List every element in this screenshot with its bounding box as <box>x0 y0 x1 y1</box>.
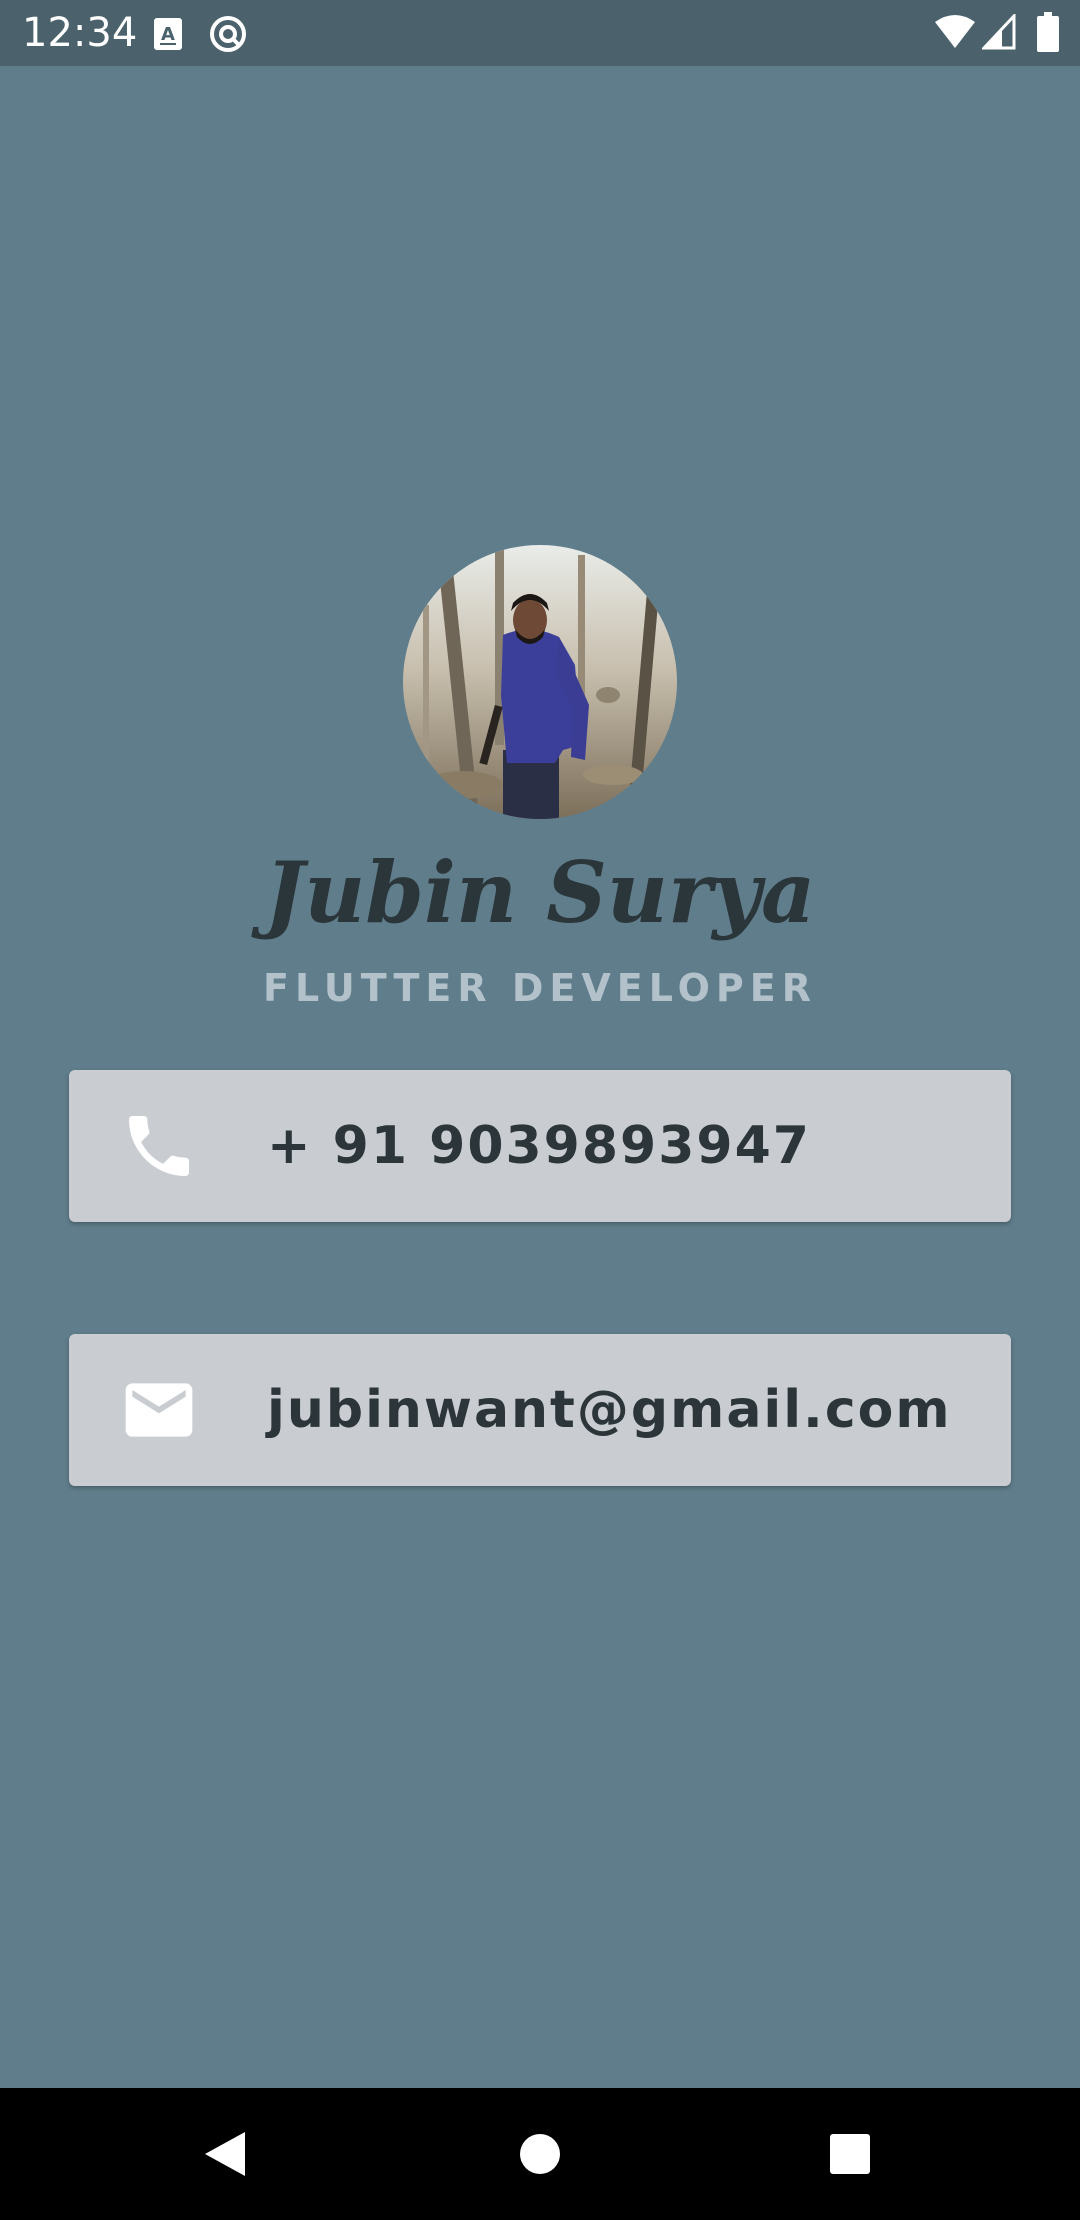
phone-number: + 91 9039893947 <box>267 1116 811 1176</box>
email-card[interactable]: jubinwant@gmail.com <box>69 1334 1011 1486</box>
status-time: 12:34 <box>22 10 138 56</box>
back-icon[interactable] <box>181 2110 269 2198</box>
profile-avatar <box>403 545 677 819</box>
home-icon[interactable] <box>496 2110 584 2198</box>
email-address: jubinwant@gmail.com <box>267 1380 952 1440</box>
profile-title: FLUTTER DEVELOPER <box>263 966 817 1010</box>
font-download-icon: A <box>154 18 182 55</box>
sync-circle-icon <box>208 14 248 59</box>
phone-icon <box>119 1106 199 1186</box>
cell-signal-icon <box>980 12 1016 55</box>
profile-photo <box>403 545 677 819</box>
phone-card[interactable]: + 91 9039893947 <box>69 1070 1011 1222</box>
mail-icon <box>119 1370 199 1450</box>
svg-text:A: A <box>161 24 175 45</box>
navigation-bar <box>0 2088 1080 2220</box>
battery-icon <box>1037 12 1059 57</box>
profile-name: Jubin Surya <box>264 843 816 942</box>
recents-icon[interactable] <box>806 2110 894 2198</box>
status-bar: 12:34 A <box>0 0 1080 66</box>
wifi-icon <box>934 14 976 55</box>
